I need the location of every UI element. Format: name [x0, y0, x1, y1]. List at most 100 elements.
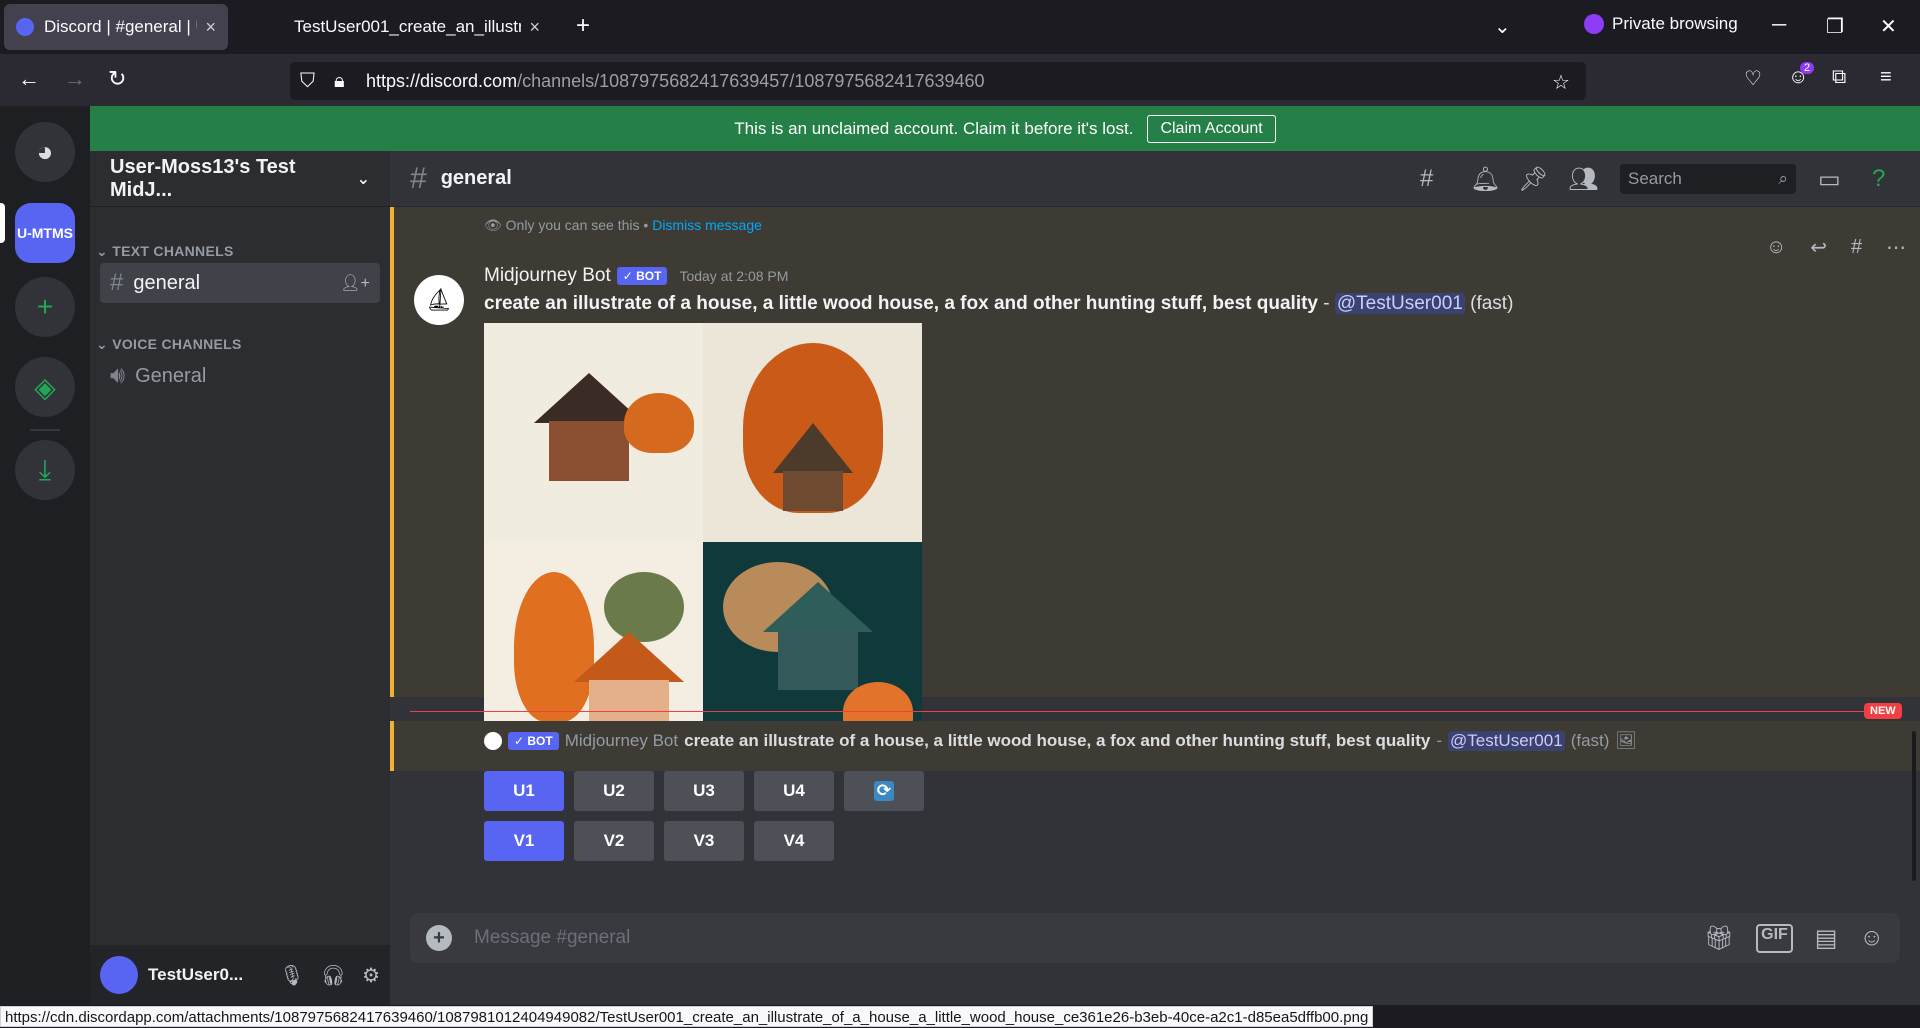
- gift-icon[interactable]: 🎁︎: [1704, 924, 1734, 953]
- url-bar[interactable]: ⛉ 🔒︎ https://discord.com/channels/108797…: [290, 62, 1586, 100]
- reply-icon[interactable]: ↩: [1810, 235, 1827, 260]
- url-text[interactable]: https://discord.com/channels/10879756824…: [366, 71, 985, 92]
- list-tabs-icon[interactable]: ⌄: [1494, 14, 1511, 39]
- guild-header[interactable]: User-Moss13's Test MidJ... ⌄: [90, 151, 390, 207]
- search-input[interactable]: Search ⌕: [1620, 164, 1796, 194]
- u3-button[interactable]: U3: [664, 771, 744, 811]
- claim-account-button[interactable]: Claim Account: [1147, 114, 1276, 143]
- reload-icon[interactable]: ↻: [108, 66, 126, 92]
- grid-image-1[interactable]: [484, 323, 703, 542]
- create-invite-icon[interactable]: 👤︎+: [340, 273, 370, 293]
- message-author: Midjourney Bot ✓ BOT Today at 2:08 PM: [484, 265, 788, 287]
- private-browsing-label: Private browsing: [1612, 14, 1738, 33]
- tab-discord[interactable]: Discord | #general | User-Mo ×: [4, 4, 228, 50]
- create-thread-icon[interactable]: #: [1851, 236, 1862, 259]
- explore-compass-icon[interactable]: ◈: [15, 357, 75, 417]
- new-messages-divider: [410, 711, 1900, 712]
- discord-home-icon[interactable]: ◕: [15, 122, 75, 182]
- sticker-icon[interactable]: ▤: [1815, 924, 1838, 953]
- pocket-icon[interactable]: ♡: [1744, 66, 1762, 91]
- mode-label: (fast): [1470, 293, 1514, 314]
- search-icon: ⌕: [1778, 169, 1788, 188]
- dismiss-message-link[interactable]: Dismiss message: [652, 217, 762, 233]
- threads-icon[interactable]: #: [1420, 165, 1433, 193]
- channel-header: # general # 🔔︎ 📌︎ 👥︎ Search ⌕ ▭ ?: [390, 151, 1920, 207]
- pinned-messages-icon[interactable]: 📌︎: [1518, 165, 1548, 194]
- shield-icon[interactable]: ⛉: [300, 70, 315, 93]
- speaker-icon: 🔊︎: [110, 362, 126, 389]
- reply-line[interactable]: ✓ BOT Midjourney Bot create an illustrat…: [484, 731, 1637, 751]
- emoji-icon[interactable]: ☺: [1859, 924, 1884, 953]
- close-tab-icon[interactable]: ×: [205, 17, 216, 38]
- user-mention[interactable]: @TestUser001: [1334, 293, 1465, 314]
- deafen-headphones-icon[interactable]: 🎧︎: [321, 963, 346, 988]
- u2-button[interactable]: U2: [574, 771, 654, 811]
- message-composer[interactable]: + Message #general 🎁︎ GIF ▤ ☺: [410, 913, 1900, 963]
- more-options-icon[interactable]: ⋯: [1886, 235, 1906, 260]
- v2-button[interactable]: V2: [574, 821, 654, 861]
- banner-text: This is an unclaimed account. Claim it b…: [734, 118, 1134, 138]
- variation-buttons: V1 V2 V3 V4: [484, 821, 834, 861]
- discord-favicon-icon: [16, 18, 34, 36]
- reply-prompt: create an illustrate of a house, a littl…: [684, 731, 1431, 750]
- help-icon[interactable]: ?: [1872, 165, 1885, 193]
- link-status-bar: https://cdn.discordapp.com/attachments/1…: [0, 1006, 1374, 1027]
- v3-button[interactable]: V3: [664, 821, 744, 861]
- reroll-button[interactable]: ⟳: [844, 771, 924, 811]
- server-umtms[interactable]: U-MTMS: [15, 203, 75, 263]
- message-list: 👁︎ Only you can see this • Dismiss messa…: [390, 207, 1920, 907]
- author-name[interactable]: Midjourney Bot: [484, 265, 611, 287]
- tab-image[interactable]: TestUser001_create_an_illustrate_ ×: [282, 4, 552, 50]
- grid-image-2[interactable]: [703, 323, 922, 542]
- settings-gear-icon[interactable]: ⚙: [362, 963, 380, 988]
- image-grid[interactable]: [484, 323, 922, 761]
- upscale-buttons: U1 U2 U3 U4 ⟳: [484, 771, 924, 811]
- v1-button[interactable]: V1: [484, 821, 564, 861]
- reply-avatar-icon: [484, 732, 502, 750]
- channel-general[interactable]: # general 👤︎+: [100, 263, 380, 303]
- mute-microphone-icon[interactable]: 🎙︎: [279, 963, 304, 988]
- message-content: create an illustrate of a house, a littl…: [484, 293, 1514, 314]
- avatar[interactable]: [100, 956, 138, 994]
- browser-tab-strip: Discord | #general | User-Mo × TestUser0…: [0, 0, 1920, 54]
- unclaimed-account-banner: This is an unclaimed account. Claim it b…: [90, 106, 1920, 151]
- add-server-icon[interactable]: +: [15, 277, 75, 337]
- close-window-icon[interactable]: ✕: [1880, 14, 1897, 39]
- channel-sidebar: User-Moss13's Test MidJ... ⌄ ⌄ TEXT CHAN…: [90, 151, 390, 1005]
- close-tab-icon[interactable]: ×: [529, 17, 540, 38]
- lock-icon[interactable]: 🔒︎: [334, 70, 345, 93]
- minimize-icon[interactable]: ─: [1772, 14, 1786, 37]
- add-reaction-icon[interactable]: ☺: [1766, 236, 1786, 259]
- reply-author: Midjourney Bot: [564, 731, 679, 750]
- member-list-icon[interactable]: 👥︎: [1568, 165, 1598, 194]
- forward-icon[interactable]: →: [64, 66, 86, 92]
- channel-voice-general[interactable]: 🔊︎ General: [100, 356, 380, 396]
- reply-mode: (fast): [1570, 731, 1610, 750]
- private-mask-icon: [1584, 14, 1604, 34]
- message-input[interactable]: Message #general: [474, 927, 630, 949]
- v4-button[interactable]: V4: [754, 821, 834, 861]
- notification-bell-icon[interactable]: 🔔︎: [1470, 165, 1500, 194]
- hash-icon: #: [410, 161, 427, 195]
- menu-icon[interactable]: ≡: [1880, 66, 1892, 89]
- u4-button[interactable]: U4: [754, 771, 834, 811]
- u1-button[interactable]: U1: [484, 771, 564, 811]
- scrollbar[interactable]: [1912, 731, 1916, 881]
- reply-preview: ✓ BOT Midjourney Bot create an illustrat…: [390, 721, 1920, 771]
- category-text-channels[interactable]: ⌄ TEXT CHANNELS: [96, 243, 234, 260]
- new-tab-icon[interactable]: +: [576, 12, 590, 40]
- inbox-icon[interactable]: ▭: [1818, 165, 1841, 194]
- bookmark-star-icon[interactable]: ☆: [1552, 70, 1570, 95]
- bot-avatar[interactable]: ⛵︎: [414, 275, 464, 325]
- bot-tag: ✓ BOT: [616, 267, 668, 285]
- restore-icon[interactable]: ❐: [1826, 14, 1844, 39]
- gif-icon[interactable]: GIF: [1756, 923, 1793, 953]
- private-browsing-indicator: Private browsing: [1584, 14, 1738, 34]
- download-apps-icon[interactable]: ⤓: [15, 440, 75, 500]
- extensions-puzzle-icon[interactable]: ⧉: [1832, 66, 1846, 89]
- user-panel: TestUser0... 🎙︎ 🎧︎ ⚙: [90, 945, 390, 1005]
- back-icon[interactable]: ←: [18, 66, 40, 92]
- category-voice-channels[interactable]: ⌄ VOICE CHANNELS: [96, 336, 242, 353]
- upload-plus-icon[interactable]: +: [426, 925, 452, 951]
- ephemeral-note: 👁︎ Only you can see this • Dismiss messa…: [484, 217, 762, 233]
